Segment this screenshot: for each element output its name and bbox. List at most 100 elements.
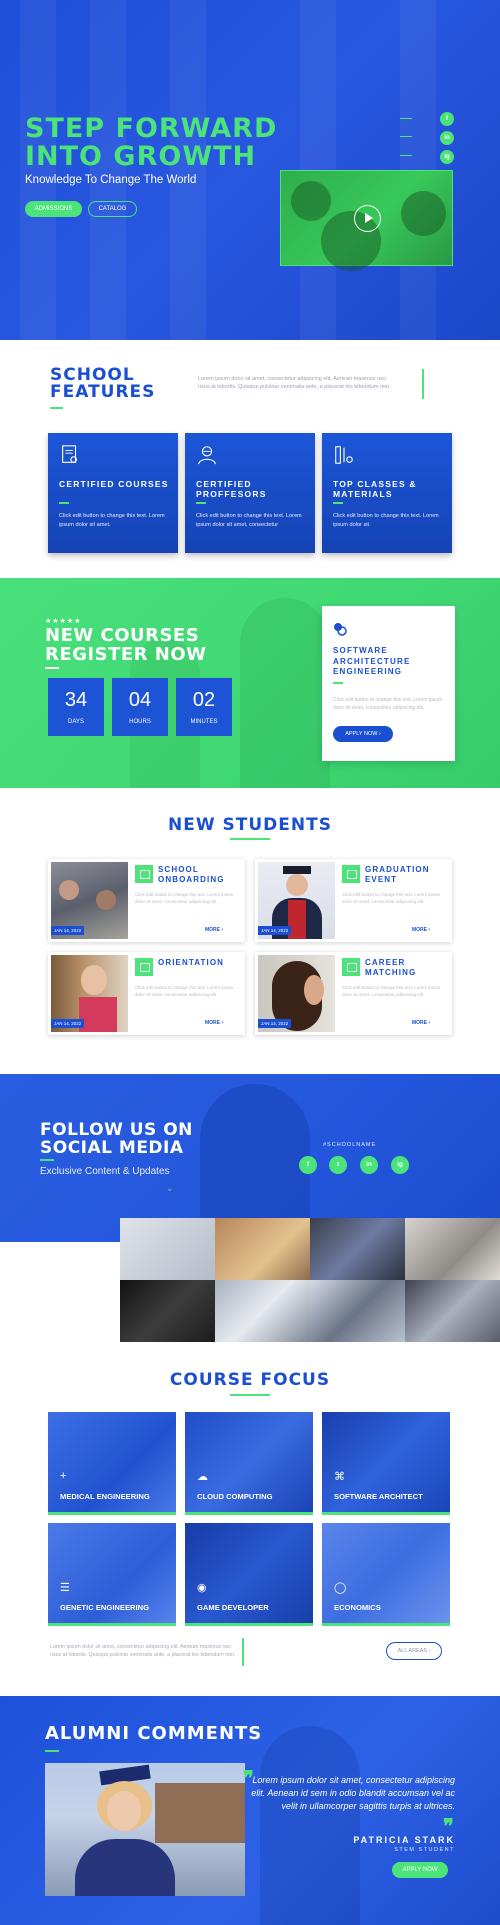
focus-tile-cloud[interactable]: ☁ CLOUD COMPUTING <box>185 1412 313 1515</box>
date-badge: JAN 14, 2022 <box>51 1019 85 1028</box>
apply-now-button[interactable]: APPLY NOW › <box>333 726 393 742</box>
admissions-button[interactable]: ADMISSIONS <box>25 201 82 217</box>
hero-title-line2: INTO GROWTH <box>25 141 257 172</box>
apply-now-button[interactable]: APPLY NOW <box>392 1862 448 1878</box>
focus-tile-medical[interactable]: + MEDICAL ENGINEERING <box>48 1412 176 1515</box>
alumni-quote: Lorem ipsum dolor sit amet, consectetur … <box>251 1775 455 1811</box>
features-description: Lorem ipsum dolor sit amet, consectetur … <box>198 376 391 390</box>
twitter-icon[interactable]: t <box>329 1156 347 1174</box>
social-photo[interactable] <box>120 1218 215 1280</box>
sliders-icon: ☰ <box>60 1582 70 1594</box>
photo-building <box>155 1783 245 1843</box>
title-underline <box>230 1394 270 1396</box>
divider-line <box>400 118 412 119</box>
countdown-hours: 04 HOURS <box>112 678 168 736</box>
linkedin-icon[interactable]: in <box>440 131 454 145</box>
card-accent <box>196 502 206 504</box>
courses-title-line1: NEW COURSES <box>45 625 200 646</box>
students-title: NEW STUDENTS <box>168 815 332 835</box>
photo-gown <box>75 1839 175 1896</box>
tile-accent <box>322 1512 450 1515</box>
feature-card-text: Click edit button to change this text. L… <box>59 513 165 528</box>
divider-line <box>400 155 412 156</box>
linkedin-icon[interactable]: in <box>360 1156 378 1174</box>
more-link[interactable]: MORE › <box>205 1020 223 1026</box>
features-title-line2: FEATURES <box>50 382 156 402</box>
chevron-down-icon[interactable]: ⌄ <box>166 1183 174 1194</box>
more-link[interactable]: MORE › <box>412 927 430 933</box>
date-badge: JAN 14, 2022 <box>51 926 85 935</box>
list-item[interactable]: JAN 14, 2022 ORIENTATION Click edit butt… <box>48 952 245 1035</box>
social-photo[interactable] <box>120 1280 215 1342</box>
calendar-icon <box>342 865 360 883</box>
instagram-icon[interactable]: ig <box>391 1156 409 1174</box>
card-accent <box>333 682 343 684</box>
social-banner <box>0 1074 500 1244</box>
tile-accent <box>48 1623 176 1626</box>
countdown-value: 02 <box>192 689 216 711</box>
bg-figure <box>240 598 330 788</box>
facebook-icon[interactable]: f <box>299 1156 317 1174</box>
card-accent <box>59 502 69 504</box>
social-photo[interactable] <box>215 1280 310 1342</box>
social-photo[interactable] <box>405 1218 500 1280</box>
focus-tile-label: GENETIC ENGINEERING <box>60 1603 150 1612</box>
student-photo: JAN 14, 2022 <box>51 862 128 939</box>
feature-card: TOP CLASSES & MATERIALS Click edit butto… <box>322 433 452 553</box>
chat-icon: ◯ <box>334 1582 347 1594</box>
hashtag: #SCHOOLNAME <box>323 1142 377 1148</box>
hero-title: STEP FORWARD INTO GROWTH <box>25 115 277 171</box>
feature-card-title: TOP CLASSES & MATERIALS <box>333 479 417 499</box>
features-title: SCHOOL FEATURES <box>50 367 155 401</box>
all-areas-button[interactable]: ALL AREAS › <box>386 1642 442 1660</box>
play-icon[interactable] <box>354 205 381 232</box>
social-photo[interactable] <box>215 1218 310 1280</box>
tile-accent <box>185 1512 313 1515</box>
focus-tile-software[interactable]: ⌘ SOFTWARE ARCHITECT <box>322 1412 450 1515</box>
student-item-title: GRADUATION EVENT <box>365 865 430 884</box>
feature-card-text: Click edit button to change this text. L… <box>333 513 439 528</box>
alumni-name: PATRICIA STARK <box>353 1835 455 1845</box>
more-link[interactable]: MORE › <box>205 927 223 933</box>
tile-accent <box>185 1623 313 1626</box>
list-item[interactable]: JAN 14, 2022 GRADUATION EVENT Click edit… <box>255 859 452 942</box>
calendar-icon <box>135 865 153 883</box>
student-item-title: CAREER MATCHING <box>365 958 417 977</box>
focus-tile-genetic[interactable]: ☰ GENETIC ENGINEERING <box>48 1523 176 1626</box>
photo-face <box>304 975 324 1005</box>
focus-title: COURSE FOCUS <box>169 1370 331 1390</box>
social-photo[interactable] <box>310 1218 405 1280</box>
countdown-value: 04 <box>128 689 152 711</box>
course-card-text: Click edit button to change this text. L… <box>333 697 443 711</box>
focus-tile-economics[interactable]: ◯ ECONOMICS <box>322 1523 450 1626</box>
social-photo[interactable] <box>405 1280 500 1342</box>
video-figure <box>291 181 331 221</box>
divider-line <box>422 369 424 399</box>
countdown-days: 34 DAYS <box>48 678 104 736</box>
photo-figure <box>59 880 79 900</box>
focus-tile-label: SOFTWARE ARCHITECT <box>334 1492 423 1501</box>
student-item-text: Click edit button to change this text. L… <box>342 892 441 904</box>
focus-tile-game[interactable]: ◉ GAME DEVELOPER <box>185 1523 313 1626</box>
feature-card-text: Click edit button to change this text. L… <box>196 513 302 528</box>
feature-card: CERTIFIED COURSES Click edit button to c… <box>48 433 178 553</box>
list-item[interactable]: JAN 14, 2022 SCHOOL ONBOARDING Click edi… <box>48 859 245 942</box>
hero-video-thumbnail[interactable] <box>280 170 453 271</box>
instagram-icon[interactable]: ig <box>440 150 454 164</box>
alumni-photo <box>45 1763 245 1896</box>
new-students-section: NEW STUDENTS JAN 14, 2022 SCHOOL ONBOARD… <box>0 788 500 1074</box>
student-photo: JAN 14, 2022 <box>258 862 335 939</box>
more-link[interactable]: MORE › <box>412 1020 430 1026</box>
materials-icon <box>335 446 353 464</box>
catalog-button[interactable]: CATALOG <box>88 201 137 217</box>
photo-books <box>79 997 117 1032</box>
countdown-label: DAYS <box>68 719 84 725</box>
photo-face <box>81 965 107 995</box>
social-subtitle: Exclusive Content & Updates <box>40 1166 170 1177</box>
social-title-line2: SOCIAL MEDIA <box>40 1138 184 1158</box>
facebook-icon[interactable]: f <box>440 112 454 126</box>
focus-tile-label: ECONOMICS <box>334 1603 381 1612</box>
social-photo[interactable] <box>310 1280 405 1342</box>
student-item-text: Click edit button to change this text. L… <box>135 985 234 997</box>
list-item[interactable]: JAN 14, 2022 CAREER MATCHING Click edit … <box>255 952 452 1035</box>
